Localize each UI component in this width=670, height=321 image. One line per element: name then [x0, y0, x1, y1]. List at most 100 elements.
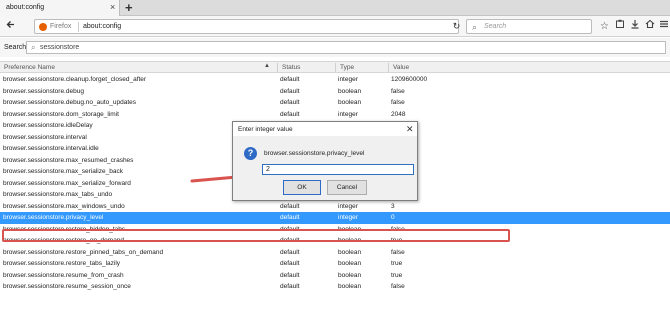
table-row[interactable]: browser.sessionstore.resume_from_crash d…: [0, 270, 670, 282]
url-bar[interactable]: Firefox about:config: [34, 19, 459, 34]
pref-value: 3: [391, 202, 395, 210]
pref-status: default: [280, 202, 300, 210]
pref-type: boolean: [338, 260, 362, 267]
search-bar[interactable]: ⌕ Search: [466, 19, 592, 34]
firefox-icon: [39, 23, 47, 31]
identity-label: Firefox: [50, 23, 72, 30]
dialog-titlebar: Enter integer value ✕: [233, 122, 417, 136]
search-icon: ⌕: [31, 43, 36, 52]
pref-status: default: [280, 99, 300, 106]
cancel-button[interactable]: Cancel: [327, 180, 367, 195]
pref-name: browser.sessionstore.interval.idle: [3, 145, 99, 152]
table-row-selected[interactable]: browser.sessionstore.privacy_level defau…: [0, 212, 670, 224]
pref-type: integer: [338, 76, 358, 83]
table-row[interactable]: browser.sessionstore.restore_pinned_tabs…: [0, 247, 670, 259]
pref-type: integer: [338, 214, 358, 221]
tab-about-config[interactable]: about:config ×: [0, 0, 120, 16]
pref-value: false: [391, 87, 405, 95]
config-search-value: sessionstore: [40, 44, 80, 51]
table-row[interactable]: browser.sessionstore.restore_tabs_lazily…: [0, 258, 670, 270]
column-header-name[interactable]: Preference Name: [4, 64, 55, 71]
tab-close-icon[interactable]: ×: [110, 2, 115, 13]
pref-value: false: [391, 99, 405, 106]
pref-value: 1209600000: [391, 76, 428, 83]
column-header-status[interactable]: Status: [282, 64, 300, 71]
column-header-value[interactable]: Value: [393, 64, 409, 71]
enter-integer-dialog: Enter integer value ✕ ? browser.sessions…: [232, 121, 418, 201]
table-row[interactable]: browser.sessionstore.debug default boole…: [0, 86, 670, 98]
pref-status: default: [280, 283, 300, 290]
pref-name: browser.sessionstore.privacy_level: [3, 214, 104, 221]
download-icon[interactable]: [628, 19, 641, 34]
pref-type: boolean: [338, 99, 362, 106]
dialog-preference-name: browser.sessionstore.privacy_level: [264, 150, 365, 157]
pref-status: default: [280, 110, 300, 118]
pref-name: browser.sessionstore.restore_pinned_tabs…: [3, 248, 164, 256]
pref-type: boolean: [338, 271, 362, 279]
annotation-highlight-box: [2, 229, 510, 242]
pref-value: false: [391, 283, 405, 290]
integer-value-text: 2: [266, 166, 270, 173]
pref-status: default: [280, 87, 300, 95]
pref-value: false: [391, 248, 405, 256]
pref-type: integer: [338, 110, 358, 118]
new-tab-button[interactable]: +: [125, 0, 133, 16]
pref-name: browser.sessionstore.max_serialize_back: [3, 168, 123, 175]
pref-name: browser.sessionstore.max_resumed_crashes: [3, 156, 134, 164]
config-search-input[interactable]: ⌕ sessionstore: [26, 41, 666, 54]
star-icon[interactable]: ☆: [598, 19, 611, 34]
config-search-label: Search:: [4, 44, 29, 51]
column-divider: [277, 63, 278, 72]
back-arrow-icon[interactable]: [3, 19, 18, 34]
sort-ascending-icon: ▲: [264, 63, 270, 69]
table-row[interactable]: browser.sessionstore.debug.no_auto_updat…: [0, 97, 670, 109]
close-icon[interactable]: ✕: [406, 123, 414, 135]
table-row[interactable]: browser.sessionstore.cleanup.forget_clos…: [0, 74, 670, 86]
pref-value: 0: [391, 214, 395, 221]
table-row[interactable]: browser.sessionstore.max_windows_undo de…: [0, 201, 670, 213]
home-icon[interactable]: [643, 19, 656, 34]
tab-title: about:config: [6, 4, 45, 11]
reload-icon[interactable]: ↻: [449, 19, 464, 34]
pref-type: boolean: [338, 87, 362, 95]
tab-strip: about:config × +: [0, 0, 670, 16]
menu-icon[interactable]: [657, 19, 670, 34]
pref-name: browser.sessionstore.debug.no_auto_updat…: [3, 99, 136, 106]
pref-status: default: [280, 214, 300, 221]
search-placeholder: Search: [484, 23, 507, 30]
pref-value: true: [391, 260, 403, 267]
dialog-title: Enter integer value: [238, 126, 293, 133]
pref-name: browser.sessionstore.max_windows_undo: [3, 202, 125, 210]
ok-button[interactable]: OK: [283, 180, 321, 195]
pref-name: browser.sessionstore.max_serialize_forwa…: [3, 179, 131, 187]
url-divider: [78, 22, 79, 32]
pref-name: browser.sessionstore.restore_tabs_lazily: [3, 260, 121, 267]
integer-value-input[interactable]: 2: [262, 164, 414, 175]
pref-name: browser.sessionstore.resume_session_once: [3, 283, 131, 290]
column-divider: [388, 63, 389, 72]
pref-status: default: [280, 248, 300, 256]
reading-list-icon[interactable]: [613, 19, 626, 34]
pref-name: browser.sessionstore.cleanup.forget_clos…: [3, 76, 147, 83]
pref-value: true: [391, 271, 403, 279]
pref-name: browser.sessionstore.resume_from_crash: [3, 271, 124, 279]
config-search-row: Search: ⌕ sessionstore: [0, 38, 670, 57]
search-icon: ⌕: [472, 22, 478, 32]
pref-status: default: [280, 76, 300, 83]
column-divider: [335, 63, 336, 72]
pref-name: browser.sessionstore.dom_storage_limit: [3, 110, 119, 118]
column-header-type[interactable]: Type: [340, 64, 354, 71]
question-icon: ?: [244, 147, 257, 160]
pref-type: boolean: [338, 248, 362, 256]
pref-name: browser.sessionstore.debug: [3, 87, 84, 95]
pref-type: boolean: [338, 283, 362, 290]
pref-name: browser.sessionstore.interval: [3, 133, 87, 141]
pref-name: browser.sessionstore.max_tabs_undo: [3, 191, 113, 198]
pref-value: 2048: [391, 110, 406, 118]
pref-name: browser.sessionstore.idleDelay: [3, 122, 93, 129]
url-text[interactable]: about:config: [83, 23, 121, 30]
pref-status: default: [280, 260, 300, 267]
table-row[interactable]: browser.sessionstore.dom_storage_limit d…: [0, 109, 670, 121]
nav-bar: Firefox about:config ↻ ⌕ Search ☆: [0, 16, 670, 37]
table-row[interactable]: browser.sessionstore.resume_session_once…: [0, 281, 670, 293]
